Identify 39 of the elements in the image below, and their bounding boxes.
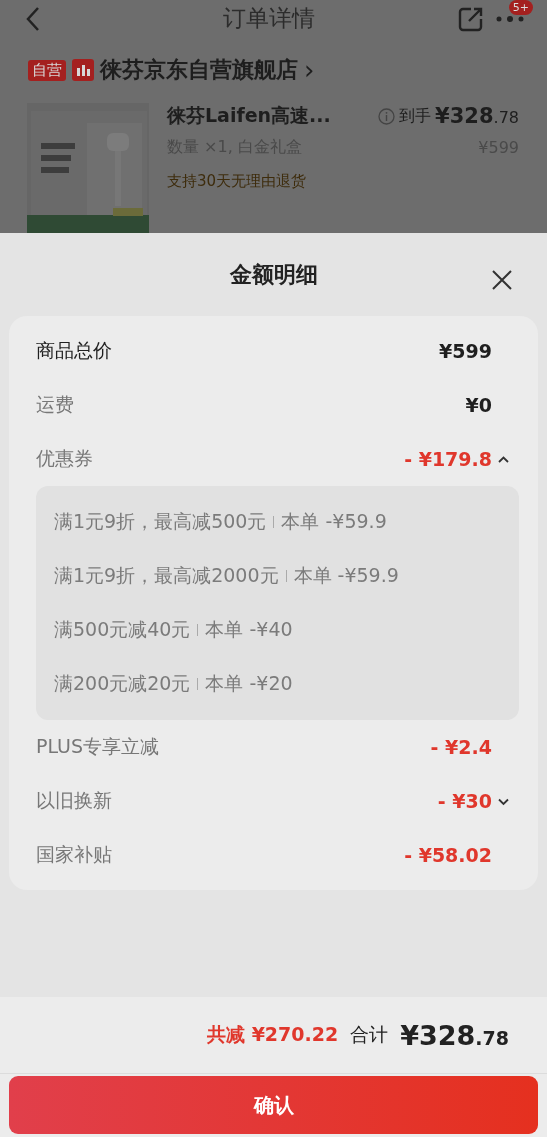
confirm-button[interactable]: 确认 [9, 1076, 538, 1134]
price-label: PLUS专享立减 [36, 734, 161, 759]
price-amount: ¥599 [439, 340, 492, 362]
final-price: ¥328.78 [435, 104, 519, 128]
return-policy: 支持30天无理由退货 [167, 172, 308, 191]
price-amount: - ¥2.4 [430, 736, 492, 758]
coupon-condition: 满1元9折，最高减2000元 [54, 563, 279, 588]
coupon-saving: 本单 -¥20 [205, 671, 293, 696]
price-label: 以旧换新 [36, 788, 113, 813]
more-icon[interactable] [495, 13, 525, 24]
back-icon[interactable] [26, 5, 40, 32]
coupon-saving: 本单 -¥59.9 [281, 509, 387, 534]
price-amount: - ¥30 [437, 790, 492, 812]
price-label: 运费 [36, 392, 75, 417]
info-icon[interactable] [378, 107, 396, 125]
price-label: 国家补贴 [36, 842, 113, 867]
total-amount: ¥328.78 [400, 1019, 509, 1051]
total-saved: 共减 ¥270.22 [207, 1022, 339, 1047]
page-title: 订单详情 [221, 4, 316, 33]
total-label: 合计 [350, 1022, 389, 1047]
self-operated-tag: 自营 [28, 59, 66, 81]
coupon-condition: 满500元减40元 [54, 617, 191, 642]
close-icon[interactable] [491, 269, 513, 291]
price-label: 优惠券 [36, 446, 94, 471]
store-logo-icon [72, 59, 94, 81]
price-amount: - ¥58.02 [404, 844, 492, 866]
final-price-label: 到手 [399, 105, 432, 127]
sheet-title: 金额明细 [229, 260, 318, 289]
price-label: 商品总价 [36, 338, 113, 363]
product-name[interactable]: 徕芬Laifen高速... [167, 103, 331, 129]
price-amount: ¥0 [465, 394, 492, 416]
coupon-saving: 本单 -¥59.9 [293, 563, 399, 588]
price-amount: - ¥179.8 [404, 448, 492, 470]
chevron-icon[interactable]: › [304, 57, 315, 83]
coupon-condition: 满1元9折，最高减500元 [54, 509, 267, 534]
coupon-condition: 满200元减20元 [54, 671, 191, 696]
coupon-saving: 本单 -¥40 [205, 617, 293, 642]
store-name[interactable]: 徕芬京东自营旗舰店 [100, 55, 298, 85]
notification-badge: 5+ [508, 0, 533, 15]
